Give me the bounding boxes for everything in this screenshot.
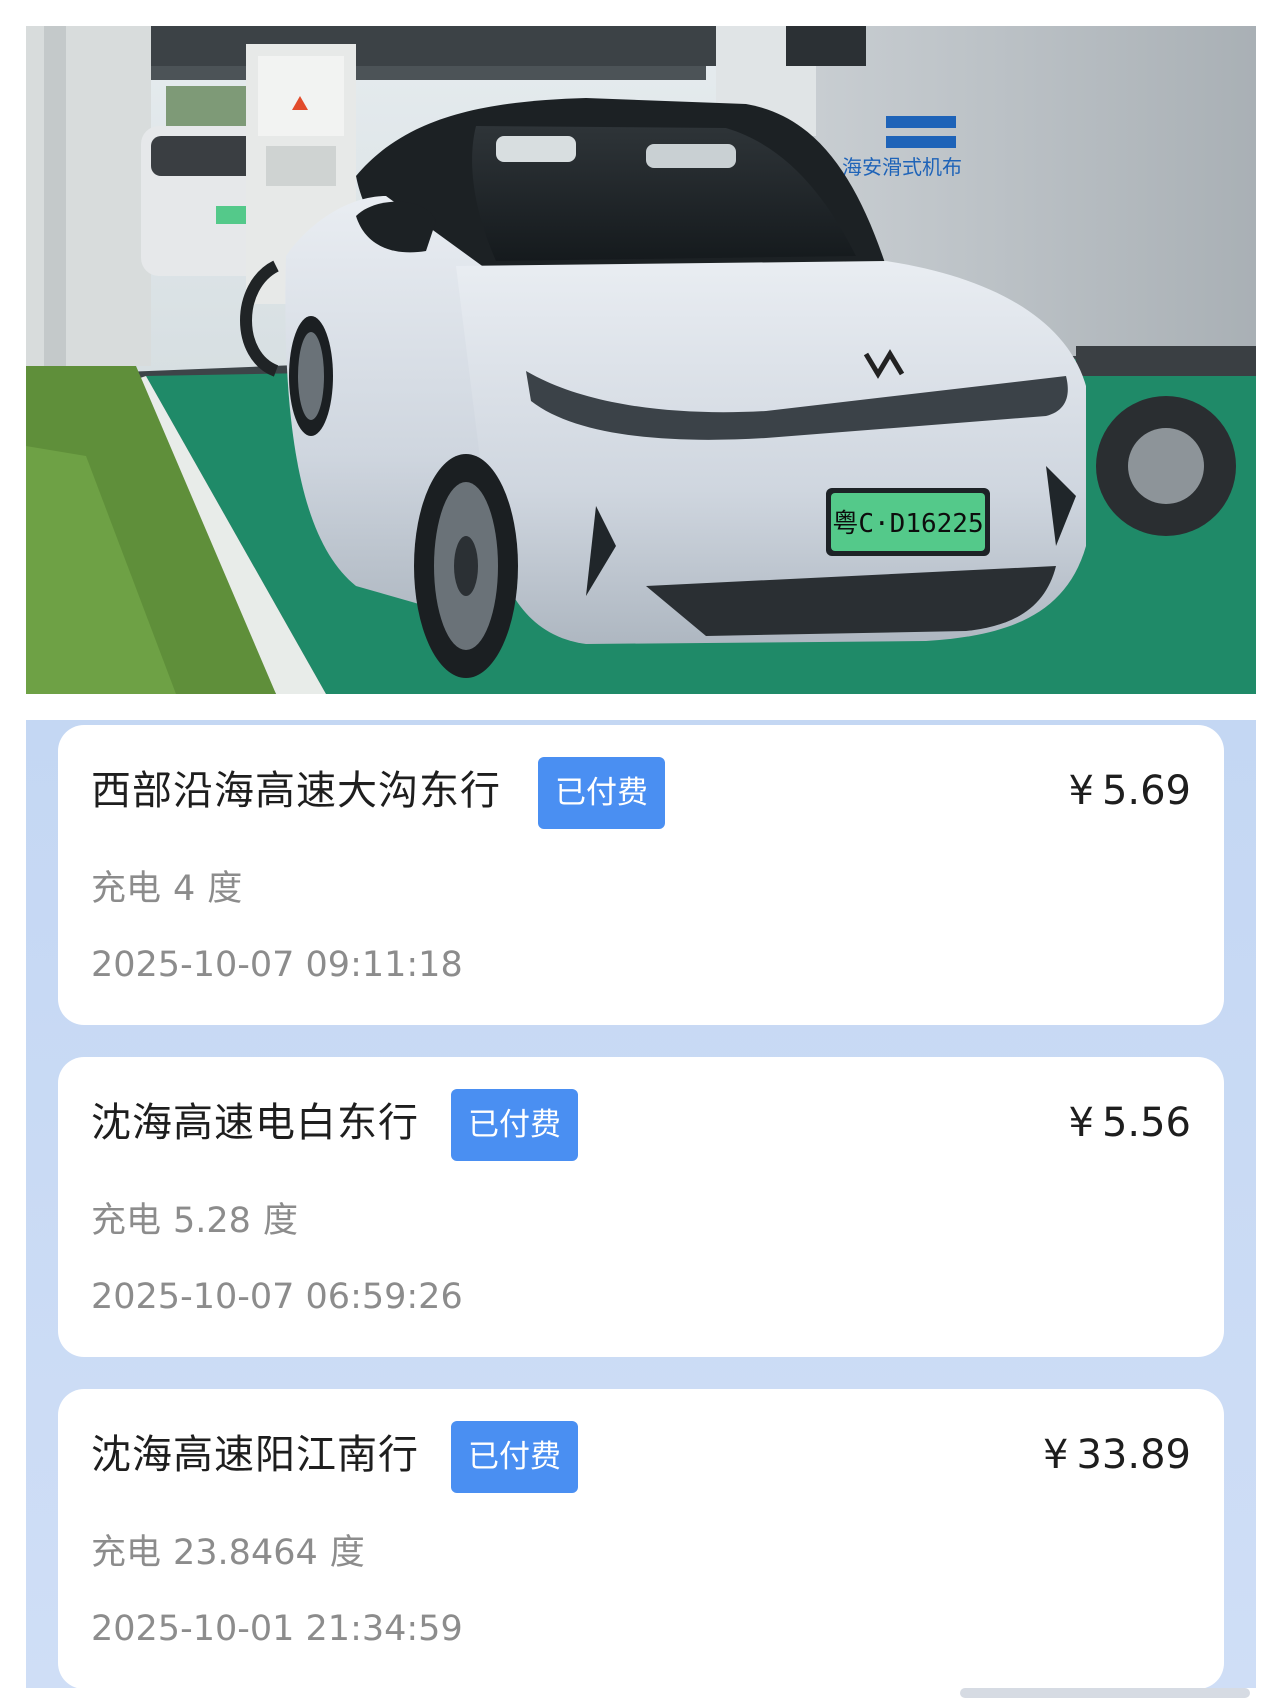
paid-status-badge: 已付费 [451,1089,578,1161]
order-time: 2025-10-07 06:59:26 [91,1277,463,1317]
energy-unit: 度 [207,869,243,909]
energy-value: 5.28 [173,1201,251,1241]
energy-value: 4 [173,869,196,909]
station-name: 沈海高速电白东行 [91,1100,419,1146]
order-card[interactable]: 沈海高速电白东行 已付费 ¥5.56 充电 5.28 度 2025-10-07 06… [58,1057,1224,1357]
order-amount: ¥5.56 [1068,1093,1191,1153]
license-plate: 粤C·D16225 [832,509,983,539]
order-amount: ¥33.89 [1043,1425,1191,1485]
currency-symbol: ¥ [1043,1432,1069,1478]
energy-label: 充电 [91,869,162,909]
car-photo: 海安滑式机布 粤C·D16225 [26,26,1256,694]
amount-value: 33.89 [1076,1432,1191,1478]
order-time: 2025-10-07 09:11:18 [91,945,463,985]
charge-energy: 充电 5.28 度 [91,1197,298,1245]
charge-energy: 充电 23.8464 度 [91,1529,365,1577]
currency-symbol: ¥ [1068,768,1094,814]
home-indicator[interactable] [960,1688,1250,1698]
amount-value: 5.56 [1101,1100,1191,1146]
order-list: 西部沿海高速大沟东行 已付费 ¥5.69 充电 4 度 2025-10-07 09:… [26,720,1256,1688]
energy-label: 充电 [91,1533,162,1573]
station-name: 沈海高速阳江南行 [91,1432,419,1478]
order-card[interactable]: 西部沿海高速大沟东行 已付费 ¥5.69 充电 4 度 2025-10-07 09:… [58,725,1224,1025]
station-name: 西部沿海高速大沟东行 [91,768,501,814]
energy-unit: 度 [329,1533,365,1573]
order-card[interactable]: 沈海高速阳江南行 已付费 ¥33.89 充电 23.8464 度 2025-10-0… [58,1389,1224,1688]
paid-status-badge: 已付费 [451,1421,578,1493]
paid-status-badge: 已付费 [538,757,665,829]
order-amount: ¥5.69 [1068,761,1191,821]
currency-symbol: ¥ [1068,1100,1094,1146]
order-time: 2025-10-01 21:34:59 [91,1609,463,1649]
amount-value: 5.69 [1101,768,1191,814]
charge-energy: 充电 4 度 [91,865,242,913]
energy-value: 23.8464 [173,1533,318,1573]
energy-label: 充电 [91,1201,162,1241]
energy-unit: 度 [262,1201,298,1241]
truck-sign: 海安滑式机布 [842,155,962,179]
